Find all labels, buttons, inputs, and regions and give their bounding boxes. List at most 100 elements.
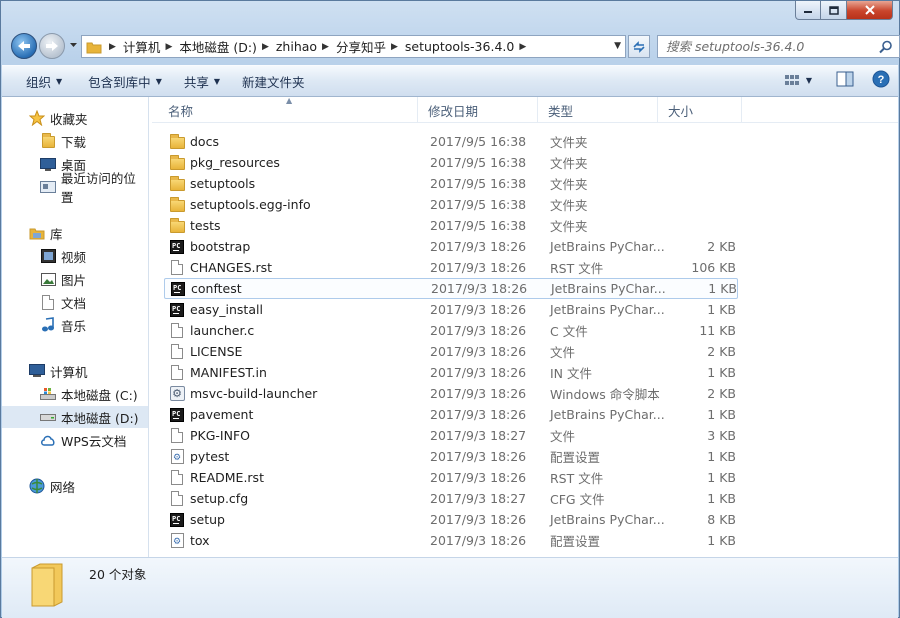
sidebar-item-label: 图片 (61, 272, 87, 288)
sidebar-item-drive-d[interactable]: 本地磁盘 (D:) (2, 406, 148, 428)
include-in-library-button[interactable]: 包含到库中 ▼ (80, 72, 170, 91)
file-row[interactable]: ⚙ pytest 2017/9/3 18:26 配置设置 1 KB (164, 446, 738, 467)
column-header-type[interactable]: 类型 (538, 97, 658, 123)
breadcrumb-separator[interactable]: ▶ (391, 42, 398, 52)
windows-drive-icon (39, 386, 57, 402)
file-row[interactable]: tests 2017/9/5 16:38 文件夹 (164, 215, 738, 236)
file-date: 2017/9/3 18:26 (430, 407, 527, 422)
file-row[interactable]: PC pavement 2017/9/3 18:26 JetBrains PyChar… (164, 404, 738, 425)
sidebar-favorites[interactable]: 收藏夹 (2, 107, 148, 129)
column-header-size[interactable]: 大小 (658, 97, 742, 123)
sidebar-item-videos[interactable]: 视频 (2, 245, 148, 267)
breadcrumb-separator[interactable]: ▶ (322, 42, 329, 52)
sidebar-item-music[interactable]: 音乐 (2, 314, 148, 336)
sidebar-item-documents[interactable]: 文档 (2, 291, 148, 313)
chevron-down-icon: ▼ (155, 76, 162, 86)
file-name: MANIFEST.in (190, 365, 267, 380)
file-row[interactable]: PC conftest 2017/9/3 18:26 JetBrains PyChar… (164, 278, 738, 299)
file-size: 1 KB (707, 365, 736, 380)
breadcrumb-separator[interactable]: ▶ (165, 42, 172, 52)
file-type: JetBrains PyChar... (550, 239, 665, 254)
large-folder-icon (30, 562, 64, 607)
file-row[interactable]: docs 2017/9/5 16:38 文件夹 (164, 131, 738, 152)
file-type: RST 文件 (550, 261, 604, 276)
help-button[interactable]: ? (872, 70, 890, 91)
caption-buttons (795, 1, 893, 21)
file-name: setuptools.egg-info (190, 197, 311, 212)
file-row[interactable]: setuptools.egg-info 2017/9/5 16:38 文件夹 (164, 194, 738, 215)
breadcrumb-separator[interactable]: ▶ (519, 42, 526, 52)
pycharm-icon: PC (169, 239, 185, 255)
view-options-button[interactable]: ▼ (784, 74, 812, 88)
folder-icon (169, 217, 185, 234)
sidebar-item-label: WPS云文档 (61, 433, 127, 449)
sidebar-item-label: 音乐 (61, 318, 87, 334)
file-row[interactable]: PC easy_install 2017/9/3 18:26 JetBrains Py… (164, 299, 738, 320)
file-size: 11 KB (699, 323, 736, 338)
computer-icon (28, 363, 46, 379)
column-header-date[interactable]: 修改日期 (418, 97, 538, 123)
file-type: IN 文件 (550, 366, 593, 381)
sidebar-item-pictures[interactable]: 图片 (2, 268, 148, 290)
sidebar-libraries[interactable]: 库 (2, 222, 148, 244)
minimize-button[interactable] (795, 1, 821, 20)
maximize-icon (828, 5, 839, 15)
preview-pane-button[interactable] (836, 71, 854, 90)
file-row[interactable]: LICENSE 2017/9/3 18:26 文件 2 KB (164, 341, 738, 362)
new-folder-button[interactable]: 新建文件夹 (234, 72, 313, 91)
file-type: JetBrains PyChar... (550, 407, 665, 422)
breadcrumb-computer[interactable]: 计算机 (123, 37, 161, 56)
breadcrumb-separator[interactable]: ▶ (109, 42, 116, 52)
breadcrumb-drive-d[interactable]: 本地磁盘 (D:) (179, 37, 257, 56)
navigation-pane[interactable]: 收藏夹 下载 桌面 最近访问的位置 库 视频 图片 文档 音乐 计算机 本地磁盘… (2, 97, 149, 557)
file-row[interactable]: PKG-INFO 2017/9/3 18:27 文件 3 KB (164, 425, 738, 446)
organize-button[interactable]: 组织 ▼ (18, 72, 70, 91)
sidebar-item-recent-places[interactable]: 最近访问的位置 (2, 171, 148, 205)
folder-icon (169, 175, 185, 192)
file-row[interactable]: PC setup 2017/9/3 18:26 JetBrains PyChar...… (164, 509, 738, 530)
breadcrumb-separator[interactable]: ▶ (262, 42, 269, 52)
breadcrumb-share-zhihu[interactable]: 分享知乎 (336, 37, 386, 56)
file-row[interactable]: setup.cfg 2017/9/3 18:27 CFG 文件 1 KB (164, 488, 738, 509)
file-row[interactable]: README.rst 2017/9/3 18:26 RST 文件 1 KB (164, 467, 738, 488)
sidebar-item-wps-cloud[interactable]: WPS云文档 (2, 429, 148, 451)
recent-pages-dropdown[interactable] (68, 40, 78, 50)
file-name: tests (190, 218, 221, 233)
sidebar-item-downloads[interactable]: 下载 (2, 130, 148, 152)
file-name: setup.cfg (190, 491, 249, 506)
maximize-button[interactable] (821, 1, 847, 20)
file-row[interactable]: PC bootstrap 2017/9/3 18:26 JetBrains PyCha… (164, 236, 738, 257)
search-box[interactable] (657, 35, 900, 58)
gear-icon: ⚙ (169, 386, 185, 402)
file-row[interactable]: MANIFEST.in 2017/9/3 18:26 IN 文件 1 KB (164, 362, 738, 383)
share-button[interactable]: 共享 ▼ (176, 72, 228, 91)
music-icon (39, 317, 57, 333)
file-row[interactable]: launcher.c 2017/9/3 18:26 C 文件 11 KB (164, 320, 738, 341)
file-row[interactable]: ⚙ msvc-build-launcher 2017/9/3 18:26 Window… (164, 383, 738, 404)
breadcrumb-setuptools[interactable]: setuptools-36.4.0 (405, 39, 514, 54)
pycharm-icon: PC (169, 302, 185, 318)
sidebar-computer[interactable]: 计算机 (2, 360, 148, 382)
column-name-label: 名称 (168, 103, 194, 119)
folder-icon (169, 154, 185, 171)
close-button[interactable] (847, 1, 893, 20)
column-header-name[interactable]: 名称 (152, 97, 418, 123)
sidebar-network[interactable]: 网络 (2, 475, 148, 497)
address-history-dropdown[interactable]: ▼ (614, 41, 621, 51)
file-list-pane[interactable]: ▲ 名称 修改日期 类型 大小 docs 2017/9/5 16:38 文件夹 pkg… (152, 96, 898, 557)
search-input[interactable] (666, 39, 866, 54)
file-row[interactable]: CHANGES.rst 2017/9/3 18:26 RST 文件 106 KB (164, 257, 738, 278)
share-label: 共享 (183, 74, 209, 90)
refresh-button[interactable] (628, 35, 650, 58)
search-icon[interactable] (879, 40, 893, 57)
column-size-label: 大小 (668, 103, 694, 119)
forward-button[interactable] (39, 33, 65, 59)
back-button[interactable] (11, 33, 37, 59)
document-icon (169, 260, 185, 276)
file-row[interactable]: ⚙ tox 2017/9/3 18:26 配置设置 1 KB (164, 530, 738, 551)
file-row[interactable]: pkg_resources 2017/9/5 16:38 文件夹 (164, 152, 738, 173)
address-bar[interactable]: ▶ 计算机 ▶ 本地磁盘 (D:) ▶ zhihao ▶ 分享知乎 ▶ setu… (81, 35, 626, 58)
breadcrumb-zhihao[interactable]: zhihao (276, 39, 317, 54)
sidebar-item-drive-c[interactable]: 本地磁盘 (C:) (2, 383, 148, 405)
file-row[interactable]: setuptools 2017/9/5 16:38 文件夹 (164, 173, 738, 194)
